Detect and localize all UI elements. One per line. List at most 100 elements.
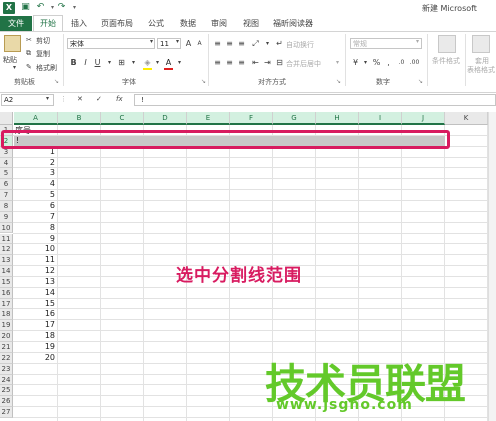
comma-button[interactable]: , <box>383 57 394 68</box>
row-header-17[interactable]: 17 <box>0 298 13 310</box>
row-header-14[interactable]: 14 <box>0 266 13 277</box>
border-dropdown-icon[interactable]: ▾ <box>128 57 139 68</box>
row-header-4[interactable]: 4 <box>0 157 13 169</box>
cell-a21[interactable]: 19 <box>14 342 58 353</box>
increase-decimal-icon[interactable]: .0 <box>396 57 407 68</box>
underline-button[interactable]: U <box>92 57 103 68</box>
tab-file[interactable]: 文件 <box>0 16 32 31</box>
clipboard-launcher-icon[interactable]: ↘ <box>54 78 59 85</box>
underline-dropdown-icon[interactable]: ▾ <box>104 57 115 68</box>
merge-dropdown-icon[interactable]: ▾ <box>336 59 339 66</box>
row-header-12[interactable]: 12 <box>0 244 13 256</box>
tab-page-layout[interactable]: 页面布局 <box>101 16 133 31</box>
align-bottom-icon[interactable]: ≡ <box>236 38 247 49</box>
column-header-b[interactable]: B <box>58 112 101 125</box>
cancel-entry-button[interactable]: ✕ <box>77 95 83 103</box>
border-icon[interactable]: ⊞ <box>116 57 127 68</box>
row-header-22[interactable]: 22 <box>0 352 13 364</box>
tab-review[interactable]: 审阅 <box>211 16 227 31</box>
row-header-16[interactable]: 16 <box>0 287 13 299</box>
row-header-7[interactable]: 7 <box>0 190 13 201</box>
copy-button[interactable]: 复制 <box>36 49 50 59</box>
font-launcher-icon[interactable]: ↘ <box>201 78 206 85</box>
cell-a14[interactable]: 12 <box>14 266 58 277</box>
italic-button[interactable]: I <box>80 57 91 68</box>
bold-button[interactable]: B <box>68 57 79 68</box>
cell-a18[interactable]: 16 <box>14 309 58 320</box>
orientation-dropdown-icon[interactable]: ▾ <box>262 38 273 49</box>
column-header-h[interactable]: H <box>316 112 359 125</box>
row-header-19[interactable]: 19 <box>0 320 13 332</box>
formula-input[interactable]: ! <box>134 94 496 106</box>
column-header-g[interactable]: G <box>273 112 316 125</box>
row-header-27[interactable]: 27 <box>0 407 13 418</box>
cell-a20[interactable]: 18 <box>14 331 58 342</box>
row-header-5[interactable]: 5 <box>0 168 13 180</box>
align-right-icon[interactable]: ≡ <box>236 57 247 68</box>
cell-a13[interactable]: 11 <box>14 255 58 266</box>
currency-dropdown-icon[interactable]: ▾ <box>360 57 371 68</box>
fill-color-dropdown-icon[interactable]: ▾ <box>152 57 163 68</box>
tab-data[interactable]: 数据 <box>180 16 196 31</box>
cell-a12[interactable]: 10 <box>14 244 58 255</box>
select-all-corner[interactable] <box>0 112 13 125</box>
column-header-a[interactable]: A <box>14 112 58 125</box>
align-center-icon[interactable]: ≡ <box>224 57 235 68</box>
row-header-9[interactable]: 9 <box>0 211 13 223</box>
redo-icon[interactable]: ↷ <box>56 2 67 13</box>
vertical-scrollbar[interactable] <box>488 112 496 421</box>
row-header-11[interactable]: 11 <box>0 233 13 245</box>
save-icon[interactable]: ▣ <box>20 2 31 13</box>
wrap-text-icon[interactable]: ↵ <box>274 38 285 49</box>
align-top-icon[interactable]: ≡ <box>212 38 223 49</box>
format-painter-button[interactable]: 格式刷 <box>36 63 57 73</box>
orientation-icon[interactable]: ⤢ <box>250 38 261 49</box>
customize-toolbar-icon[interactable]: ▾ <box>69 2 80 13</box>
cell-a4[interactable]: 2 <box>14 158 58 169</box>
column-header-e[interactable]: E <box>187 112 230 125</box>
alignment-launcher-icon[interactable]: ↘ <box>336 78 341 85</box>
cell-a5[interactable]: 3 <box>14 168 58 179</box>
percent-button[interactable]: % <box>371 57 382 68</box>
row-header-10[interactable]: 10 <box>0 222 13 234</box>
paste-dropdown-icon[interactable]: ▾ <box>13 64 16 71</box>
conditional-format-icon[interactable] <box>438 35 456 53</box>
cell-a16[interactable]: 14 <box>14 288 58 299</box>
excel-app-icon[interactable]: X <box>3 2 15 14</box>
row-header-21[interactable]: 21 <box>0 342 13 353</box>
number-format-dropdown-icon[interactable]: ▾ <box>416 38 419 45</box>
cell-a15[interactable]: 13 <box>14 277 58 288</box>
row-header-24[interactable]: 24 <box>0 374 13 386</box>
row-header-26[interactable]: 26 <box>0 396 13 408</box>
row-header-8[interactable]: 8 <box>0 200 13 212</box>
column-header-i[interactable]: I <box>359 112 402 125</box>
cell-a17[interactable]: 15 <box>14 299 58 310</box>
merge-center-icon[interactable]: ⊟ <box>274 57 285 68</box>
row-header-20[interactable]: 20 <box>0 331 13 342</box>
cell-a9[interactable]: 7 <box>14 212 58 223</box>
column-header-c[interactable]: C <box>101 112 144 125</box>
shrink-font-icon[interactable]: A <box>194 38 205 49</box>
format-as-table-icon[interactable] <box>472 35 490 53</box>
increase-indent-icon[interactable]: ⇥ <box>262 57 273 68</box>
cut-icon[interactable]: ✂ <box>26 36 32 44</box>
tab-home[interactable]: 开始 <box>33 15 63 31</box>
font-size-dropdown-icon[interactable]: ▾ <box>176 38 179 45</box>
cell-a19[interactable]: 17 <box>14 320 58 331</box>
column-header-f[interactable]: F <box>230 112 273 125</box>
column-header-d[interactable]: D <box>144 112 187 125</box>
format-painter-icon[interactable]: ✎ <box>26 63 32 71</box>
cut-button[interactable]: 剪切 <box>36 36 50 46</box>
column-header-j[interactable]: J <box>402 112 445 125</box>
row-header-25[interactable]: 25 <box>0 385 13 397</box>
tab-foxit-reader[interactable]: 福昕阅读器 <box>273 16 313 31</box>
row-header-6[interactable]: 6 <box>0 179 13 191</box>
row-header-15[interactable]: 15 <box>0 276 13 288</box>
wrap-text-button[interactable]: 自动换行 <box>286 40 314 50</box>
name-box-dropdown-icon[interactable]: ▾ <box>46 95 49 102</box>
number-format-select[interactable]: 常规 <box>350 38 422 49</box>
align-middle-icon[interactable]: ≡ <box>224 38 235 49</box>
number-launcher-icon[interactable]: ↘ <box>418 78 423 85</box>
cell-a22[interactable]: 20 <box>14 353 58 364</box>
column-header-k[interactable]: K <box>445 112 488 125</box>
